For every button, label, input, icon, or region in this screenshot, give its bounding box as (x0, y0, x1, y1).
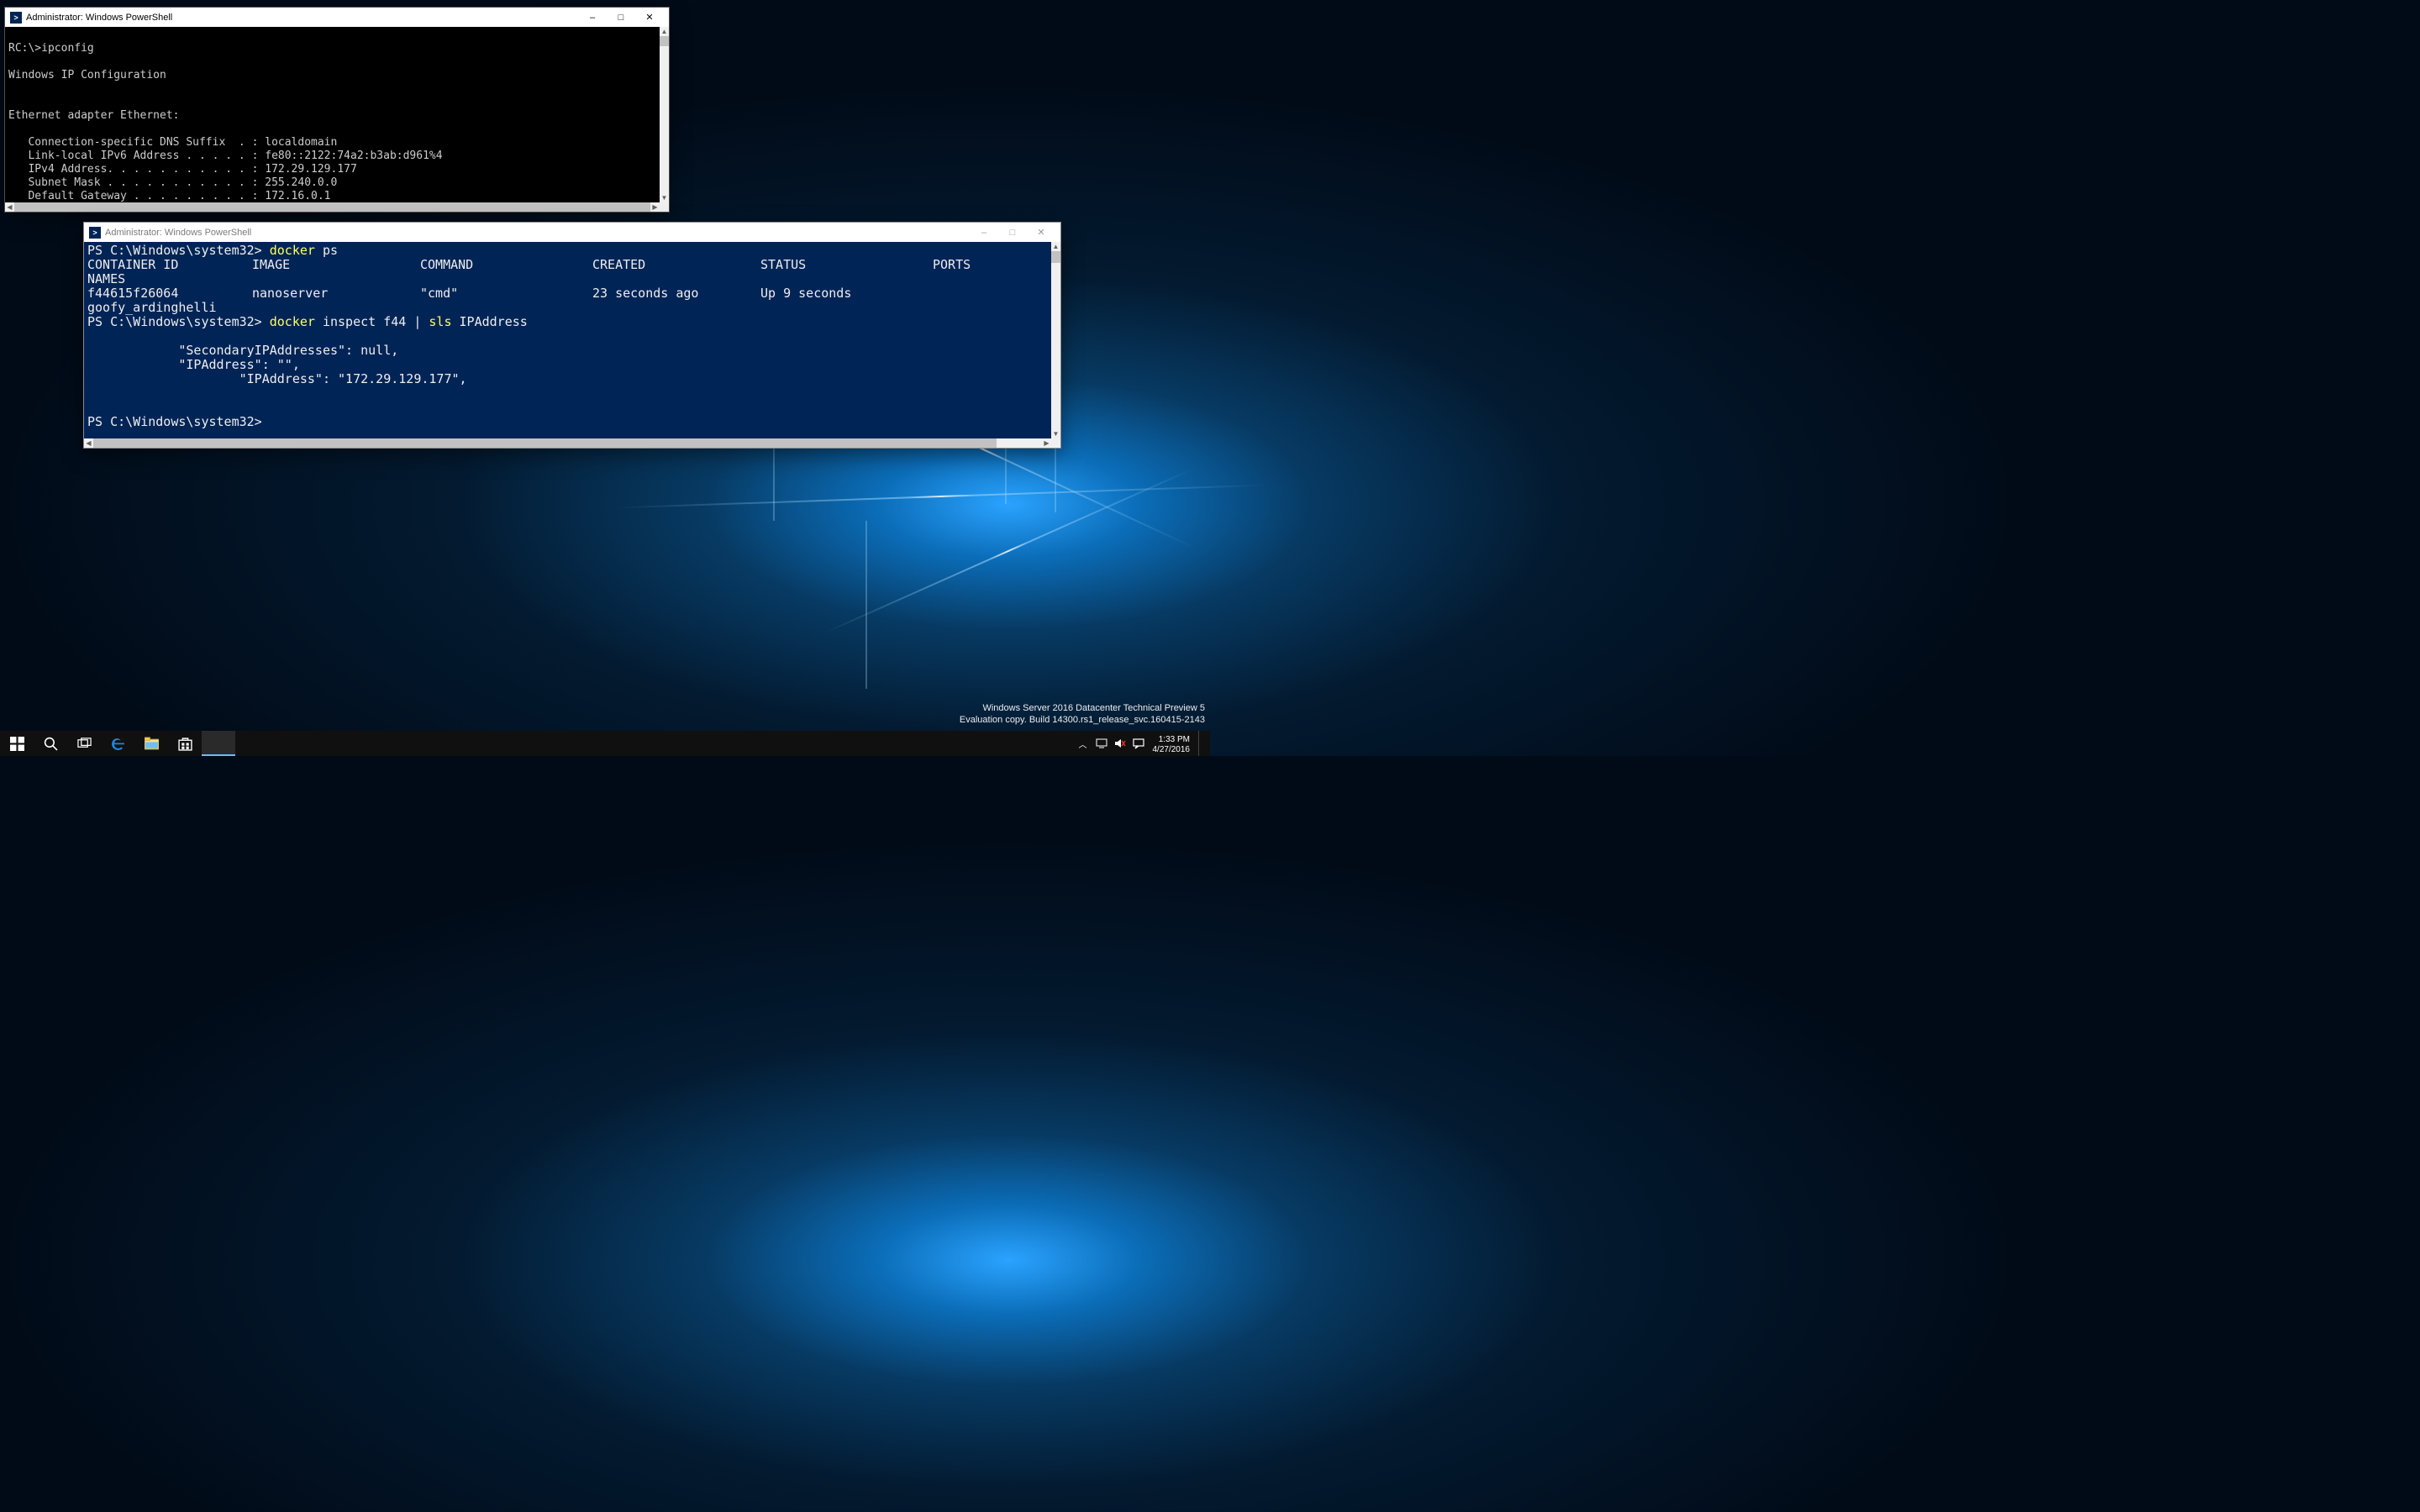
start-button[interactable] (0, 731, 34, 756)
window-title: Administrator: Windows PowerShell (26, 13, 578, 23)
scroll-down-icon[interactable]: ▼ (660, 193, 669, 202)
term-line: RC:\>ipconfig (8, 42, 94, 55)
cmd-args: inspect f44 | (315, 314, 429, 329)
powershell-icon (89, 227, 101, 239)
desktop-watermark: Windows Server 2016 Datacenter Technical… (960, 702, 1205, 726)
volume-icon-svg (1114, 738, 1126, 748)
minimize-button[interactable]: – (578, 8, 607, 27)
blank-line (87, 400, 95, 415)
prompt: PS C:\Windows\system32> (87, 314, 270, 329)
search-icon (44, 737, 58, 751)
action-center-icon (1133, 738, 1144, 749)
horizontal-scrollbar[interactable]: ◀ ▶ (84, 438, 1051, 448)
window-title: Administrator: Windows PowerShell (105, 228, 970, 238)
file-explorer-icon (145, 737, 159, 751)
scroll-thumb[interactable] (660, 36, 669, 46)
titlebar[interactable]: Administrator: Windows PowerShell – □ ✕ (5, 8, 669, 27)
blank-line (87, 386, 95, 401)
powershell-icon (10, 12, 22, 24)
vertical-scrollbar[interactable]: ▲ ▼ (1051, 242, 1060, 438)
scroll-thumb[interactable] (93, 438, 997, 448)
clock-time: 1:33 PM (1159, 735, 1190, 745)
taskbar[interactable]: ︿ 1:33 PM 4/27/2016 (0, 731, 1210, 756)
col-hdr: CONTAINER IDIMAGECOMMANDCREATEDSTATUSPOR… (87, 257, 1034, 272)
close-button[interactable]: ✕ (635, 8, 664, 27)
search-button[interactable] (34, 731, 67, 756)
volume-icon[interactable] (1114, 738, 1126, 749)
cmd: docker (270, 243, 315, 258)
maximize-button[interactable]: □ (998, 223, 1027, 242)
output-line: "IPAddress": "172.29.129.177", (87, 371, 467, 386)
edge-icon (111, 737, 125, 751)
show-desktop-button[interactable] (1198, 731, 1203, 756)
horizontal-scrollbar[interactable]: ◀ ▶ (5, 202, 660, 212)
scroll-corner (1051, 438, 1060, 448)
task-view-icon (77, 737, 92, 751)
term-line: Windows IP Configuration (8, 69, 166, 81)
col-hdr-names: NAMES (87, 271, 125, 286)
prompt: PS C:\Windows\system32> (87, 414, 270, 429)
powershell-window-ipconfig[interactable]: Administrator: Windows PowerShell – □ ✕ … (4, 7, 670, 213)
cmd-args: IPAddress (452, 314, 528, 329)
system-tray[interactable]: ︿ 1:33 PM 4/27/2016 (1071, 731, 1211, 756)
clock-date: 4/27/2016 (1153, 745, 1191, 755)
maximize-button[interactable]: □ (607, 8, 635, 27)
term-line: Default Gateway . . . . . . . . . : 172.… (8, 190, 331, 202)
scroll-thumb[interactable] (1051, 251, 1060, 263)
term-line: Link-local IPv6 Address . . . . . : fe80… (8, 150, 443, 162)
scroll-left-icon[interactable]: ◀ (5, 202, 14, 212)
terminal-output[interactable]: RC:\>ipconfig Windows IP Configuration E… (5, 27, 669, 203)
close-button[interactable]: ✕ (1027, 223, 1055, 242)
row: f44615f26064nanoserver"cmd"23 seconds ag… (87, 286, 933, 301)
scroll-right-icon[interactable]: ▶ (1042, 438, 1051, 448)
output-line: "IPAddress": "", (87, 357, 300, 372)
scroll-left-icon[interactable]: ◀ (84, 438, 93, 448)
scroll-up-icon[interactable]: ▲ (660, 27, 669, 36)
cmd: sls (429, 314, 451, 329)
network-icon[interactable] (1096, 738, 1107, 749)
scroll-corner (660, 202, 669, 212)
watermark-line: Evaluation copy. Build 14300.rs1_release… (960, 714, 1205, 726)
powershell-icon (211, 736, 226, 751)
scroll-down-icon[interactable]: ▼ (1051, 429, 1060, 438)
scroll-up-icon[interactable]: ▲ (1051, 242, 1060, 251)
network-icon-svg (1096, 738, 1107, 748)
term-line: Connection-specific DNS Suffix . : local… (8, 136, 337, 149)
taskbar-app-explorer[interactable] (134, 731, 168, 756)
terminal-output[interactable]: PS C:\Windows\system32> docker ps CONTAI… (84, 242, 1060, 439)
cmd: docker (270, 314, 315, 329)
taskbar-app-edge[interactable] (101, 731, 134, 756)
scroll-thumb[interactable] (14, 202, 650, 212)
row-names: goofy_ardinghelli (87, 300, 217, 315)
output-line: "SecondaryIPAddresses": null, (87, 343, 398, 358)
term-line: Ethernet adapter Ethernet: (8, 109, 180, 122)
wallpaper-beam (613, 484, 1269, 508)
taskbar-clock[interactable]: 1:33 PM 4/27/2016 (1151, 732, 1192, 755)
titlebar[interactable]: Administrator: Windows PowerShell – □ ✕ (84, 223, 1060, 242)
watermark-line: Windows Server 2016 Datacenter Technical… (960, 702, 1205, 714)
powershell-window-docker[interactable]: Administrator: Windows PowerShell – □ ✕ … (83, 222, 1061, 449)
store-icon (178, 737, 192, 751)
prompt: PS C:\Windows\system32> (87, 243, 270, 258)
vertical-scrollbar[interactable]: ▲ ▼ (660, 27, 669, 202)
term-line: IPv4 Address. . . . . . . . . . . : 172.… (8, 163, 357, 176)
scroll-right-icon[interactable]: ▶ (650, 202, 660, 212)
wallpaper-beam (865, 521, 867, 689)
term-line: Subnet Mask . . . . . . . . . . . : 255.… (8, 176, 337, 189)
blank-line (87, 328, 95, 344)
minimize-button[interactable]: – (970, 223, 998, 242)
taskbar-app-powershell[interactable] (202, 731, 235, 756)
action-center-button[interactable] (1133, 738, 1144, 749)
windows-logo-icon (10, 737, 24, 751)
tray-overflow-button[interactable]: ︿ (1077, 738, 1089, 749)
taskbar-app-store[interactable] (168, 731, 202, 756)
task-view-button[interactable] (67, 731, 101, 756)
cmd-args: ps (315, 243, 338, 258)
